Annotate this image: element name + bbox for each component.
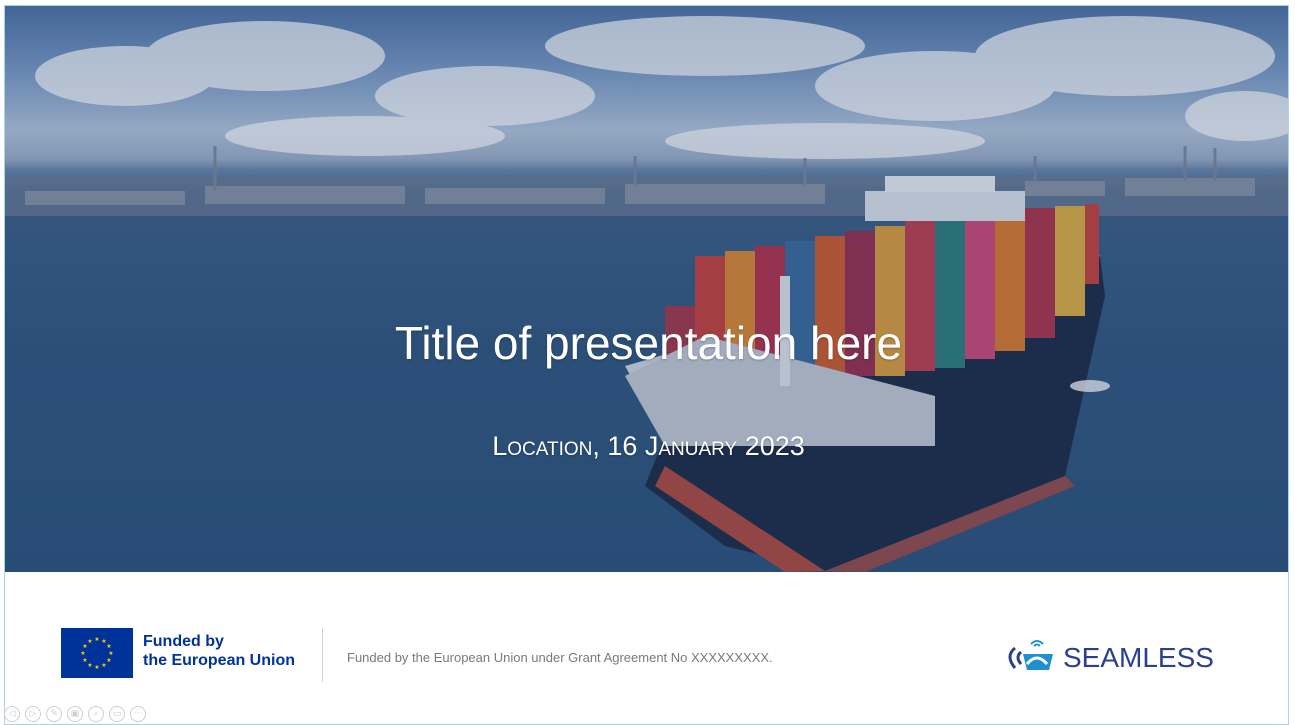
hero-image: Title of presentation here Location, 16 …	[5, 6, 1288, 572]
presentation-subtitle: Location, 16 January 2023	[492, 431, 805, 461]
svg-text:★: ★	[82, 657, 87, 664]
presentation-title: Title of presentation here	[394, 317, 903, 369]
seamless-logo-text: SEAMLESS	[1063, 642, 1214, 673]
more-icon[interactable]: ⋯	[130, 706, 146, 722]
seamless-logo-icon	[1008, 640, 1053, 670]
container-ship-photo	[5, 6, 1288, 572]
previous-icon[interactable]: ◁	[4, 706, 20, 722]
svg-text:★: ★	[108, 650, 113, 657]
svg-text:★: ★	[94, 664, 99, 671]
svg-text:★: ★	[87, 638, 92, 645]
svg-text:★: ★	[101, 662, 106, 669]
svg-text:★: ★	[80, 650, 85, 657]
next-icon[interactable]: ▷	[25, 706, 41, 722]
svg-text:★: ★	[106, 657, 111, 664]
svg-text:★: ★	[87, 662, 92, 669]
zoom-icon[interactable]: ⌕	[88, 706, 104, 722]
eu-funding-line2: the European Union	[143, 652, 295, 669]
svg-text:★: ★	[94, 636, 99, 643]
footer-divider	[322, 628, 323, 682]
slideshow-controls: ◁ ▷ ✎ ▣ ⌕ ▭ ⋯	[4, 706, 146, 724]
grant-agreement-text: Funded by the European Union under Grant…	[347, 650, 773, 665]
svg-text:★: ★	[106, 643, 111, 650]
eu-flag-icon: ★ ★ ★ ★ ★ ★ ★ ★ ★ ★ ★ ★	[61, 628, 133, 678]
seamless-logo: SEAMLESS	[1001, 630, 1241, 678]
subtitles-icon[interactable]: ▭	[109, 706, 125, 722]
eu-funding-line1: Funded by	[143, 633, 224, 650]
eu-funding-label: Funded by the European Union	[143, 632, 295, 670]
slide-footer: ★ ★ ★ ★ ★ ★ ★ ★ ★ ★ ★ ★ Funded by the Eu…	[5, 572, 1288, 724]
pen-icon[interactable]: ✎	[46, 706, 62, 722]
slide: Title of presentation here Location, 16 …	[4, 5, 1289, 725]
slides-icon[interactable]: ▣	[67, 706, 83, 722]
